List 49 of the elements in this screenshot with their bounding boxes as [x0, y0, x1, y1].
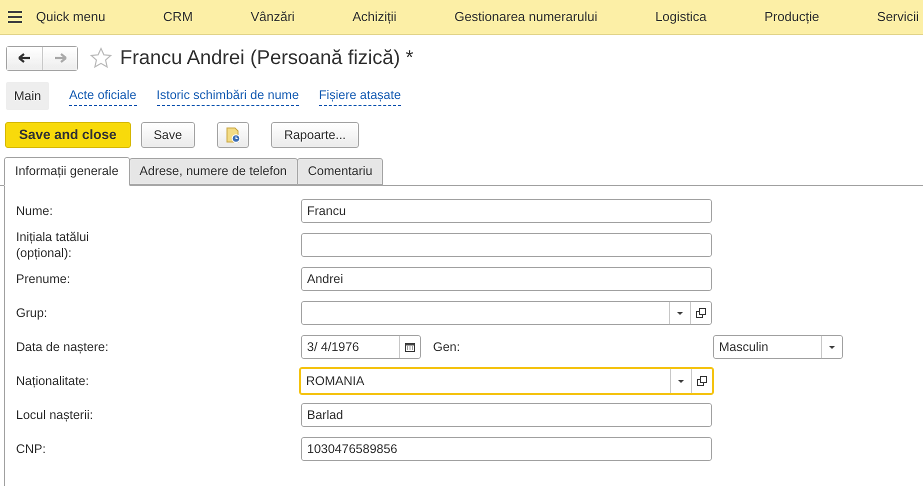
open-icon — [697, 376, 707, 386]
tab[interactable]: Informații generale — [4, 157, 130, 186]
date-field[interactable]: 3/ 4/1976 — [301, 335, 421, 359]
caret-icon — [678, 380, 684, 382]
tab[interactable]: Adrese, numere de telefon — [128, 158, 298, 185]
dropdown-field[interactable]: Masculin — [713, 335, 843, 359]
menu-item[interactable]: CRM — [163, 7, 193, 27]
field-label: Nume: — [16, 202, 54, 220]
dropdown-field[interactable] — [301, 301, 712, 325]
star-icon[interactable] — [90, 47, 112, 69]
field-label: Data de naștere: — [16, 338, 110, 356]
document-clock-icon — [225, 127, 242, 144]
menu-item[interactable]: Producție — [764, 7, 820, 27]
field-label: Grup: — [16, 304, 48, 322]
toolbar-button[interactable]: Rapoarte... — [271, 122, 359, 148]
field-label: Inițiala tatălui (opțional): — [16, 228, 90, 262]
section-link[interactable]: Fișiere atașate — [318, 86, 401, 106]
tab[interactable]: Comentariu — [296, 158, 384, 185]
section-link[interactable]: Main — [6, 82, 50, 110]
back-button[interactable] — [7, 46, 42, 70]
field-label: Gen: — [433, 338, 462, 356]
section-link[interactable]: Istoric schimbări de nume — [156, 86, 299, 106]
page-title: Francu Andrei (Persoană fizică) * — [120, 46, 414, 71]
field-label: Locul nașterii: — [16, 406, 94, 424]
caret-icon — [677, 312, 683, 314]
field-label: Prenume: — [16, 270, 72, 288]
input-field[interactable]: Francu — [301, 199, 712, 223]
open-icon — [696, 308, 706, 318]
input-field[interactable]: Andrei — [301, 267, 712, 291]
menu-item[interactable]: Logistica — [655, 7, 707, 27]
menu-item[interactable]: Achiziții — [352, 7, 397, 27]
menu-item[interactable]: Gestionarea numerarului — [454, 7, 598, 27]
input-field[interactable] — [301, 233, 712, 257]
toolbar-button[interactable]: Save — [140, 122, 196, 148]
section-link[interactable]: Acte oficiale — [69, 86, 136, 106]
menu-item[interactable]: Servicii — [877, 7, 919, 27]
field-label: CNP: — [16, 440, 47, 458]
dropdown-field[interactable]: ROMANIA — [299, 367, 714, 395]
save-and-close-button[interactable]: Save and close — [5, 122, 131, 148]
caret-icon — [829, 346, 835, 348]
field-label: Naționalitate: — [16, 372, 90, 390]
menu-item[interactable]: Quick menu — [36, 7, 106, 27]
menu-icon[interactable] — [8, 11, 22, 23]
arrow-icon — [16, 51, 33, 65]
report-button[interactable] — [217, 122, 250, 148]
menu-item[interactable]: Vânzări — [250, 7, 295, 27]
input-field[interactable]: Barlad — [301, 403, 712, 427]
input-field[interactable]: 1030476589856 — [301, 437, 712, 461]
calendar-icon — [405, 342, 415, 352]
